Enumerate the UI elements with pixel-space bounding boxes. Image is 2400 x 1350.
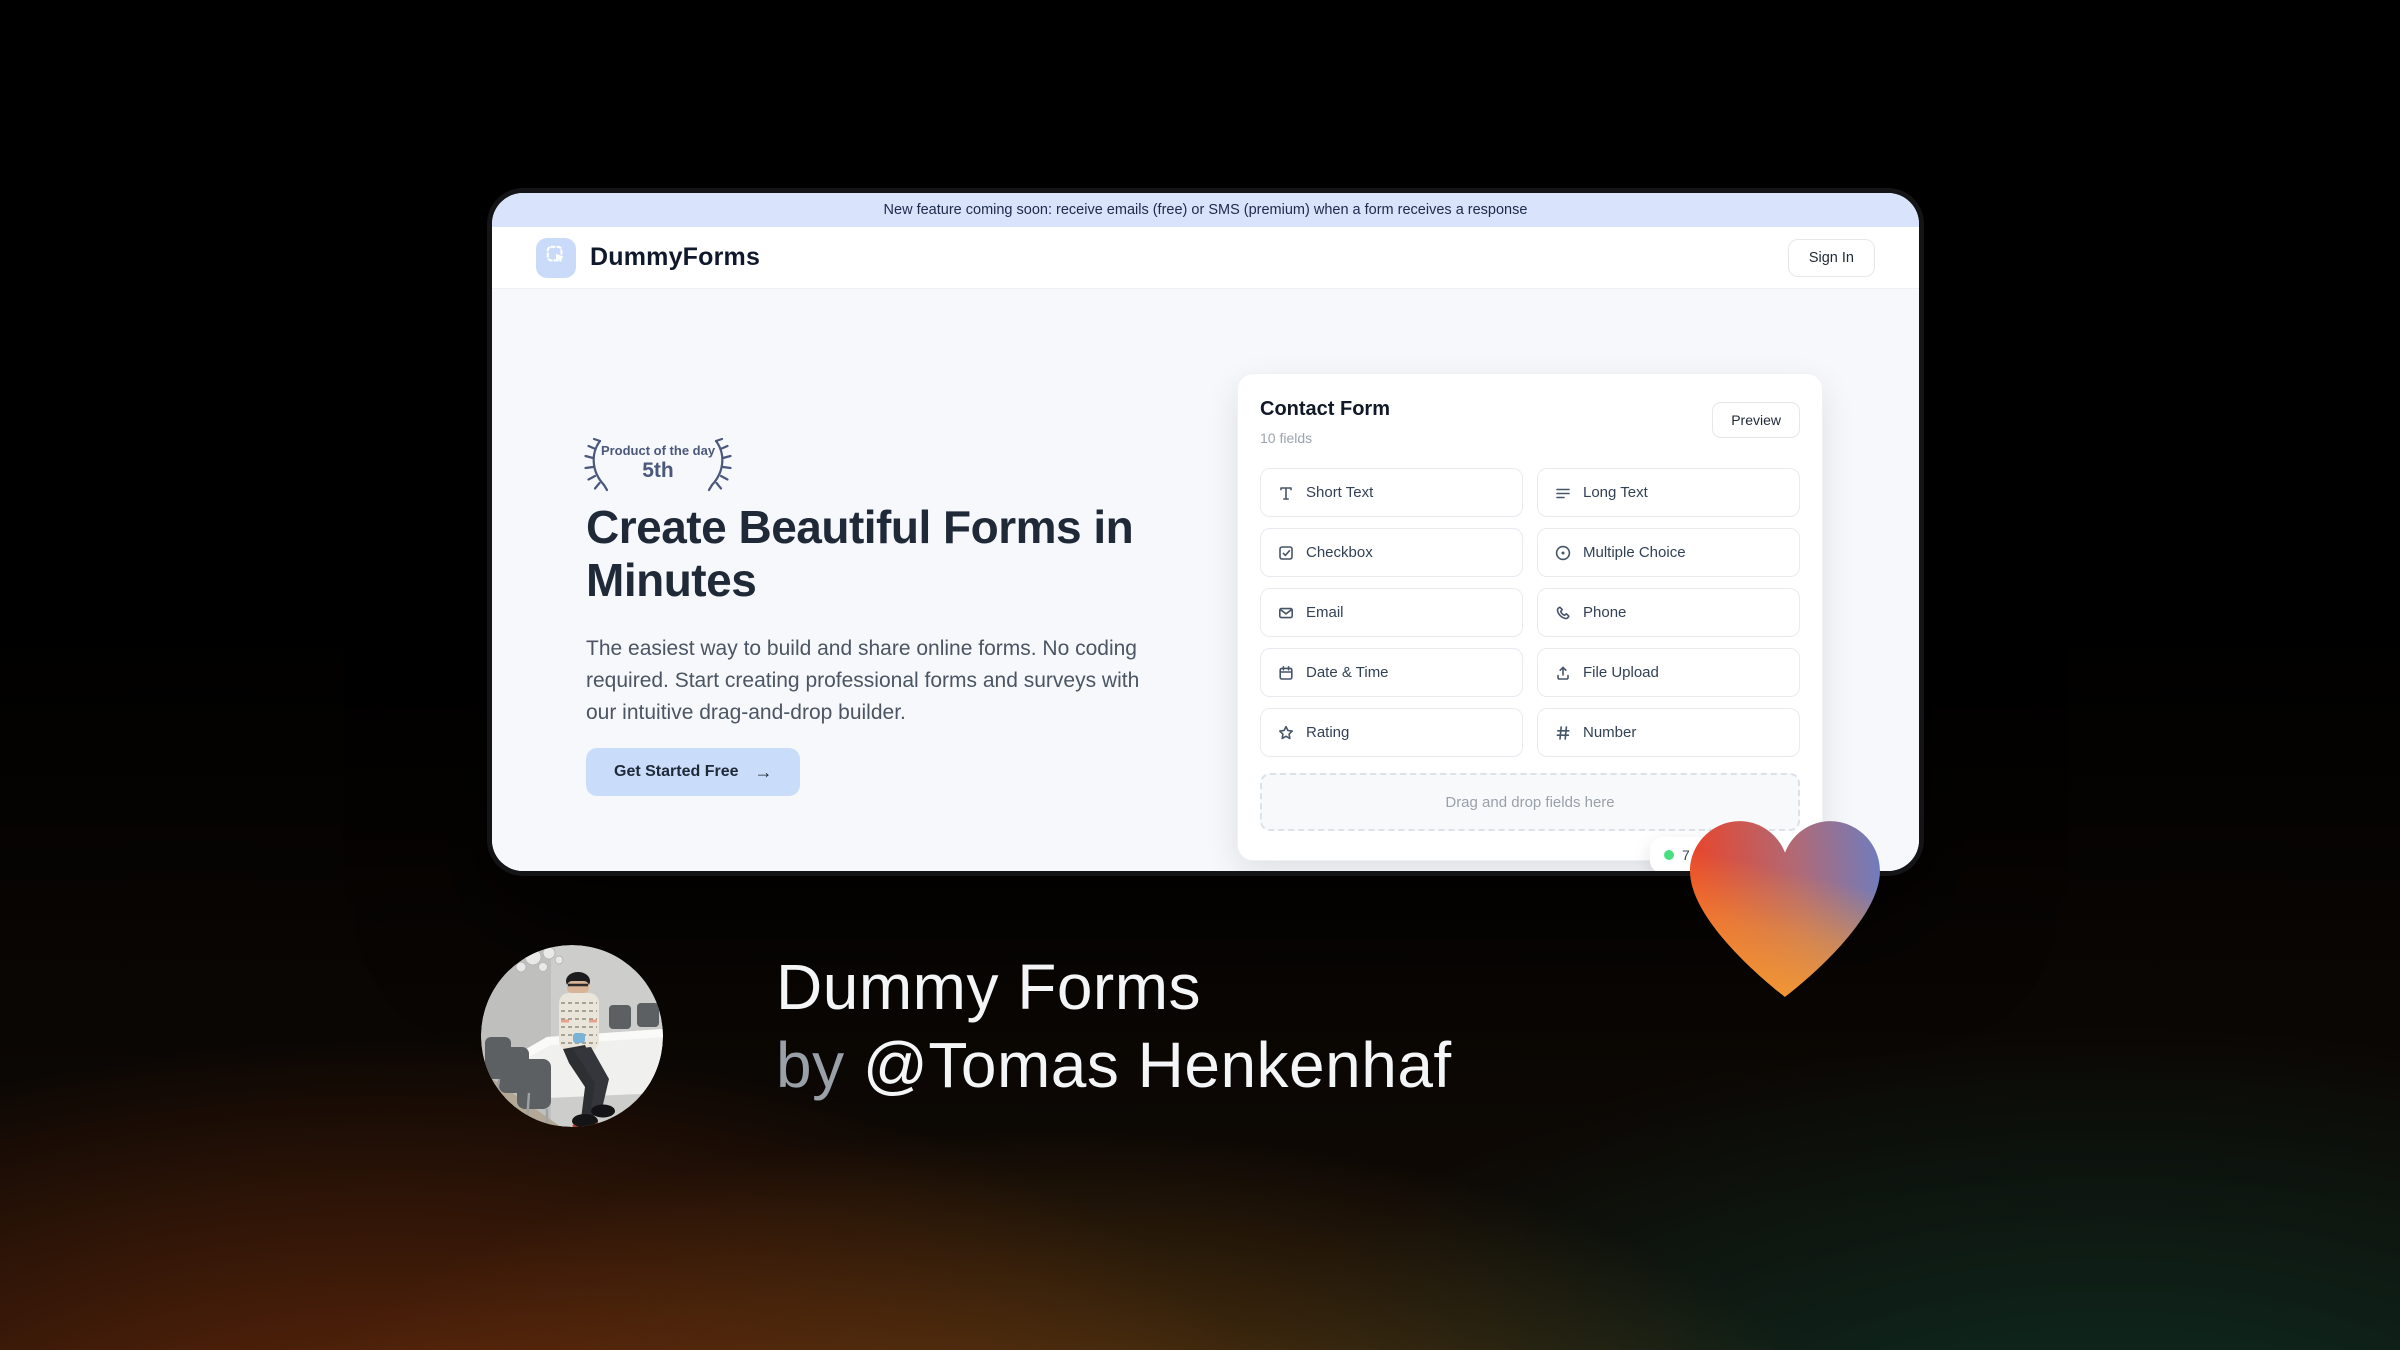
brand-logo[interactable] xyxy=(536,237,576,278)
drop-zone-label: Drag and drop fields here xyxy=(1445,793,1615,811)
field-tile-checkbox[interactable]: Checkbox xyxy=(1260,528,1523,577)
credit-text: Dummy Forms by @Tomas Henkenhaf xyxy=(776,948,1452,1104)
field-count: 10 fields xyxy=(1260,430,1313,446)
sign-in-button[interactable]: Sign In xyxy=(1787,238,1875,277)
get-started-label: Get Started Free xyxy=(614,763,739,780)
heart-icon xyxy=(1690,820,1880,998)
field-label: Email xyxy=(1306,604,1344,621)
get-started-button[interactable]: Get Started Free → xyxy=(586,748,801,796)
byline-prefix: by xyxy=(776,1029,845,1102)
phone-icon xyxy=(1554,604,1572,622)
field-tile-hash[interactable]: Number xyxy=(1537,708,1800,757)
form-builder-panel: Contact Form 10 fields Preview Short Tex… xyxy=(1237,373,1823,861)
field-tile-star[interactable]: Rating xyxy=(1260,708,1523,757)
page: New feature coming soon: receive emails … xyxy=(0,0,2400,1350)
credit-title: Dummy Forms xyxy=(776,951,1202,1023)
short-text-icon xyxy=(1277,484,1295,502)
announcement-banner: New feature coming soon: receive emails … xyxy=(492,193,1919,227)
browser-window: New feature coming soon: receive emails … xyxy=(487,188,1924,876)
maker-avatar xyxy=(481,945,663,1127)
long-text-icon xyxy=(1554,484,1572,502)
arrow-right-icon: → xyxy=(754,761,773,782)
panel-titles: Contact Form 10 fields xyxy=(1260,398,1390,446)
envelope-icon xyxy=(1277,604,1295,622)
selection-cursor-icon xyxy=(544,243,568,272)
field-label: Number xyxy=(1583,724,1637,741)
site-header: DummyForms Sign In xyxy=(492,227,1919,289)
field-tile-phone[interactable]: Phone xyxy=(1537,588,1800,637)
brand-name: DummyForms xyxy=(590,243,761,271)
form-title: Contact Form xyxy=(1260,398,1390,420)
field-tile-envelope[interactable]: Email xyxy=(1260,588,1523,637)
field-label: Multiple Choice xyxy=(1583,544,1686,561)
field-tile-radio[interactable]: Multiple Choice xyxy=(1537,528,1800,577)
hero-section: Product of the day 5th Create Beautiful … xyxy=(492,289,1919,871)
award-text: Product of the day 5th xyxy=(582,443,734,483)
field-label: Long Text xyxy=(1583,484,1648,501)
field-label: Phone xyxy=(1583,604,1627,621)
status-value: 7 xyxy=(1682,847,1690,863)
radio-icon xyxy=(1554,544,1572,562)
field-tile-short-text[interactable]: Short Text xyxy=(1260,468,1523,517)
webpage: New feature coming soon: receive emails … xyxy=(492,193,1919,871)
field-tile-long-text[interactable]: Long Text xyxy=(1537,468,1800,517)
author-handle: @Tomas Henkenhaf xyxy=(862,1029,1452,1102)
field-label: Date & Time xyxy=(1306,664,1389,681)
star-icon xyxy=(1277,724,1295,742)
panel-header: Contact Form 10 fields Preview xyxy=(1260,398,1800,446)
credit-byline: by @Tomas Henkenhaf xyxy=(776,1026,1452,1104)
field-label: Checkbox xyxy=(1306,544,1373,561)
checkbox-icon xyxy=(1277,544,1295,562)
calendar-icon xyxy=(1277,664,1295,682)
upload-icon xyxy=(1554,664,1572,682)
field-tile-calendar[interactable]: Date & Time xyxy=(1260,648,1523,697)
fields-grid: Short Text Long Text Checkbox Multiple Choi… xyxy=(1260,468,1800,757)
online-dot-icon xyxy=(1664,850,1674,860)
page-title: Create Beautiful Forms in Minutes xyxy=(586,501,1134,607)
product-of-the-day-badge: Product of the day 5th xyxy=(582,435,734,493)
field-label: File Upload xyxy=(1583,664,1659,681)
field-label: Short Text xyxy=(1306,484,1374,501)
field-label: Rating xyxy=(1306,724,1350,741)
hash-icon xyxy=(1554,724,1572,742)
award-rank: 5th xyxy=(642,459,674,482)
announcement-text: New feature coming soon: receive emails … xyxy=(883,202,1528,218)
preview-button[interactable]: Preview xyxy=(1712,402,1800,438)
award-label: Product of the day xyxy=(600,443,716,458)
field-tile-upload[interactable]: File Upload xyxy=(1537,648,1800,697)
hero-description: The easiest way to build and share onlin… xyxy=(586,637,1140,725)
